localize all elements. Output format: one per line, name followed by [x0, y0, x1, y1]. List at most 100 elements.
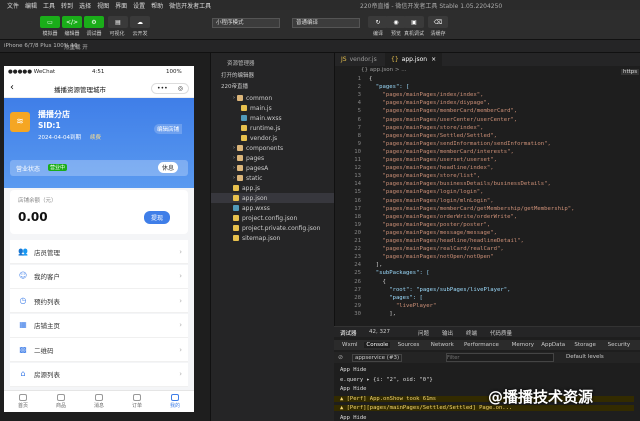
compile-select[interactable]: 普通编译: [292, 18, 360, 28]
file-entry[interactable]: › static: [211, 173, 335, 183]
menu-row-label: 房源列表: [34, 371, 60, 379]
debugger-top-tab[interactable]: 输出: [442, 329, 453, 337]
tab-app-json[interactable]: {} app.json ×: [385, 53, 443, 66]
menu-row[interactable]: ▩ 二维码 ›: [10, 338, 188, 362]
file-entry[interactable]: app.wxss: [211, 203, 335, 213]
tab-vendor-js[interactable]: JS vendor.js: [335, 53, 383, 66]
editor-toggle-button[interactable]: </>: [62, 16, 82, 28]
menu-item[interactable]: 选择: [76, 1, 94, 10]
devtools-tab[interactable]: Wxml: [342, 342, 358, 348]
close-icon[interactable]: ×: [431, 56, 436, 63]
menu-item[interactable]: 设置: [130, 1, 148, 10]
menu-row[interactable]: ◷ 预约列表 ›: [10, 289, 188, 313]
line-number: 16: [354, 197, 361, 204]
devtools-tab[interactable]: Storage: [574, 342, 596, 348]
rest-button[interactable]: 休息: [158, 162, 179, 173]
tab-0[interactable]: 首页: [4, 391, 42, 412]
file-entry[interactable]: main.js: [211, 103, 335, 113]
chevron-right-icon: ›: [179, 345, 182, 354]
withdraw-button[interactable]: 提现: [144, 211, 171, 224]
code-line: "pages/mainPages/login/login",: [369, 189, 484, 196]
menu-item[interactable]: 工具: [40, 1, 58, 10]
file-entry[interactable]: main.wxss: [211, 113, 335, 123]
menu-item[interactable]: 帮助: [148, 1, 166, 10]
file-entry[interactable]: vendor.js: [211, 133, 335, 143]
hot-reload-toggle[interactable]: 热重载 开: [64, 43, 88, 51]
file-entry[interactable]: project.config.json: [211, 213, 335, 223]
code-line: "pages/mainPages/memberCard/interests",: [369, 148, 514, 155]
shop-logo-icon: ≋: [10, 112, 30, 132]
devtools-tab[interactable]: Memory: [512, 342, 534, 348]
devtools-tab[interactable]: Console: [364, 342, 391, 348]
cloud-dev-button[interactable]: ☁: [130, 16, 150, 28]
tab-4[interactable]: 我的: [156, 391, 194, 412]
code-area[interactable]: 1 {2 "pages": [3 "pages/mainPages/index/i…: [335, 75, 640, 325]
renew-link[interactable]: 续费: [90, 133, 101, 141]
debugger-top-tab[interactable]: 终端: [466, 329, 477, 337]
line-number: 3: [357, 92, 361, 99]
tab-label: 消息: [93, 403, 104, 409]
compile-button[interactable]: ↻: [368, 16, 388, 28]
file-entry[interactable]: project.private.config.json: [211, 223, 335, 233]
log-levels-select[interactable]: Default levels: [566, 354, 604, 360]
menu-row[interactable]: ⌂ 房源列表 ›: [10, 362, 188, 387]
code-line: "pages/mainPages/memberCard/getMembershi…: [369, 205, 575, 212]
debugger-top-tab[interactable]: 42, 327: [369, 329, 390, 335]
debugger-toggle-button[interactable]: ⚙: [84, 16, 104, 28]
edit-shop-button[interactable]: 编辑店铺: [154, 124, 183, 134]
back-icon[interactable]: ‹: [10, 82, 14, 93]
mode-select[interactable]: 小程序模式: [212, 18, 280, 28]
simulator-toggle-button[interactable]: ▭: [40, 16, 60, 28]
breadcrumb: {} app.json > ...: [361, 67, 407, 73]
code-line: "pages": [: [369, 294, 423, 301]
battery-text: 100%: [166, 69, 182, 75]
menu-item[interactable]: 微信开发者工具: [166, 1, 214, 10]
menu-row[interactable]: 👥 店员管理 ›: [10, 240, 188, 264]
preview-button[interactable]: ◉: [386, 16, 406, 28]
file-entry[interactable]: app.json: [211, 193, 335, 203]
file-entry[interactable]: › pages: [211, 153, 335, 163]
file-entry[interactable]: sitemap.json: [211, 233, 335, 243]
menu-item[interactable]: 文件: [4, 1, 22, 10]
console-filter-input[interactable]: [446, 353, 554, 362]
file-name: app.json: [242, 194, 268, 202]
debugger-top-tab[interactable]: 代码质量: [490, 329, 512, 337]
more-icon[interactable]: •••: [157, 85, 168, 92]
code-line: "pages/mainPages/headline/headlineDetail…: [369, 238, 524, 244]
devtools-tab[interactable]: Performance: [464, 342, 499, 348]
devtools-tab[interactable]: Sources: [398, 342, 420, 348]
file-entry[interactable]: › pagesA: [211, 163, 335, 173]
debugger-top-tab[interactable]: 问题: [418, 329, 429, 337]
close-target-icon[interactable]: ◎: [178, 85, 183, 92]
file-name: components: [246, 144, 284, 152]
open-editors-section[interactable]: 打开的编辑器: [221, 71, 254, 79]
devtools-tab[interactable]: AppData: [541, 342, 565, 348]
clear-console-icon[interactable]: ⊘: [338, 354, 343, 361]
file-entry[interactable]: › common: [211, 93, 335, 103]
menu-item[interactable]: 视图: [94, 1, 112, 10]
menu-row[interactable]: ☺ 我的客户 ›: [10, 264, 188, 289]
debugger-top-tab[interactable]: 调试器: [340, 329, 357, 337]
remote-debug-button[interactable]: ▣: [404, 16, 424, 28]
menu-item[interactable]: 编辑: [22, 1, 40, 10]
capsule-menu[interactable]: ••• ◎: [151, 83, 189, 94]
file-name: pagesA: [246, 164, 269, 172]
tab-3[interactable]: 订单: [118, 391, 156, 412]
menu-item[interactable]: 转到: [58, 1, 76, 10]
code-line: "root": "pages/subPages/livePlayer",: [369, 286, 511, 293]
context-select[interactable]: appservice (#3): [352, 354, 403, 362]
menu-row-icon: ☺: [18, 271, 28, 280]
file-entry[interactable]: › components: [211, 143, 335, 153]
devtools-tab[interactable]: Network: [431, 342, 454, 348]
devtools-tab[interactable]: Security: [608, 342, 631, 348]
project-root[interactable]: 220帝直播: [221, 82, 248, 90]
menu-row[interactable]: ▦ 店铺主页 ›: [10, 313, 188, 338]
visual-toggle-button[interactable]: ▤: [108, 16, 128, 28]
clear-cache-button[interactable]: ⌫: [428, 16, 448, 28]
line-number: 8: [357, 132, 361, 139]
menu-item[interactable]: 界面: [112, 1, 130, 10]
file-entry[interactable]: runtime.js: [211, 123, 335, 133]
tab-2[interactable]: 消息: [80, 391, 118, 412]
file-entry[interactable]: app.js: [211, 183, 335, 193]
tab-1[interactable]: 商品: [42, 391, 80, 412]
